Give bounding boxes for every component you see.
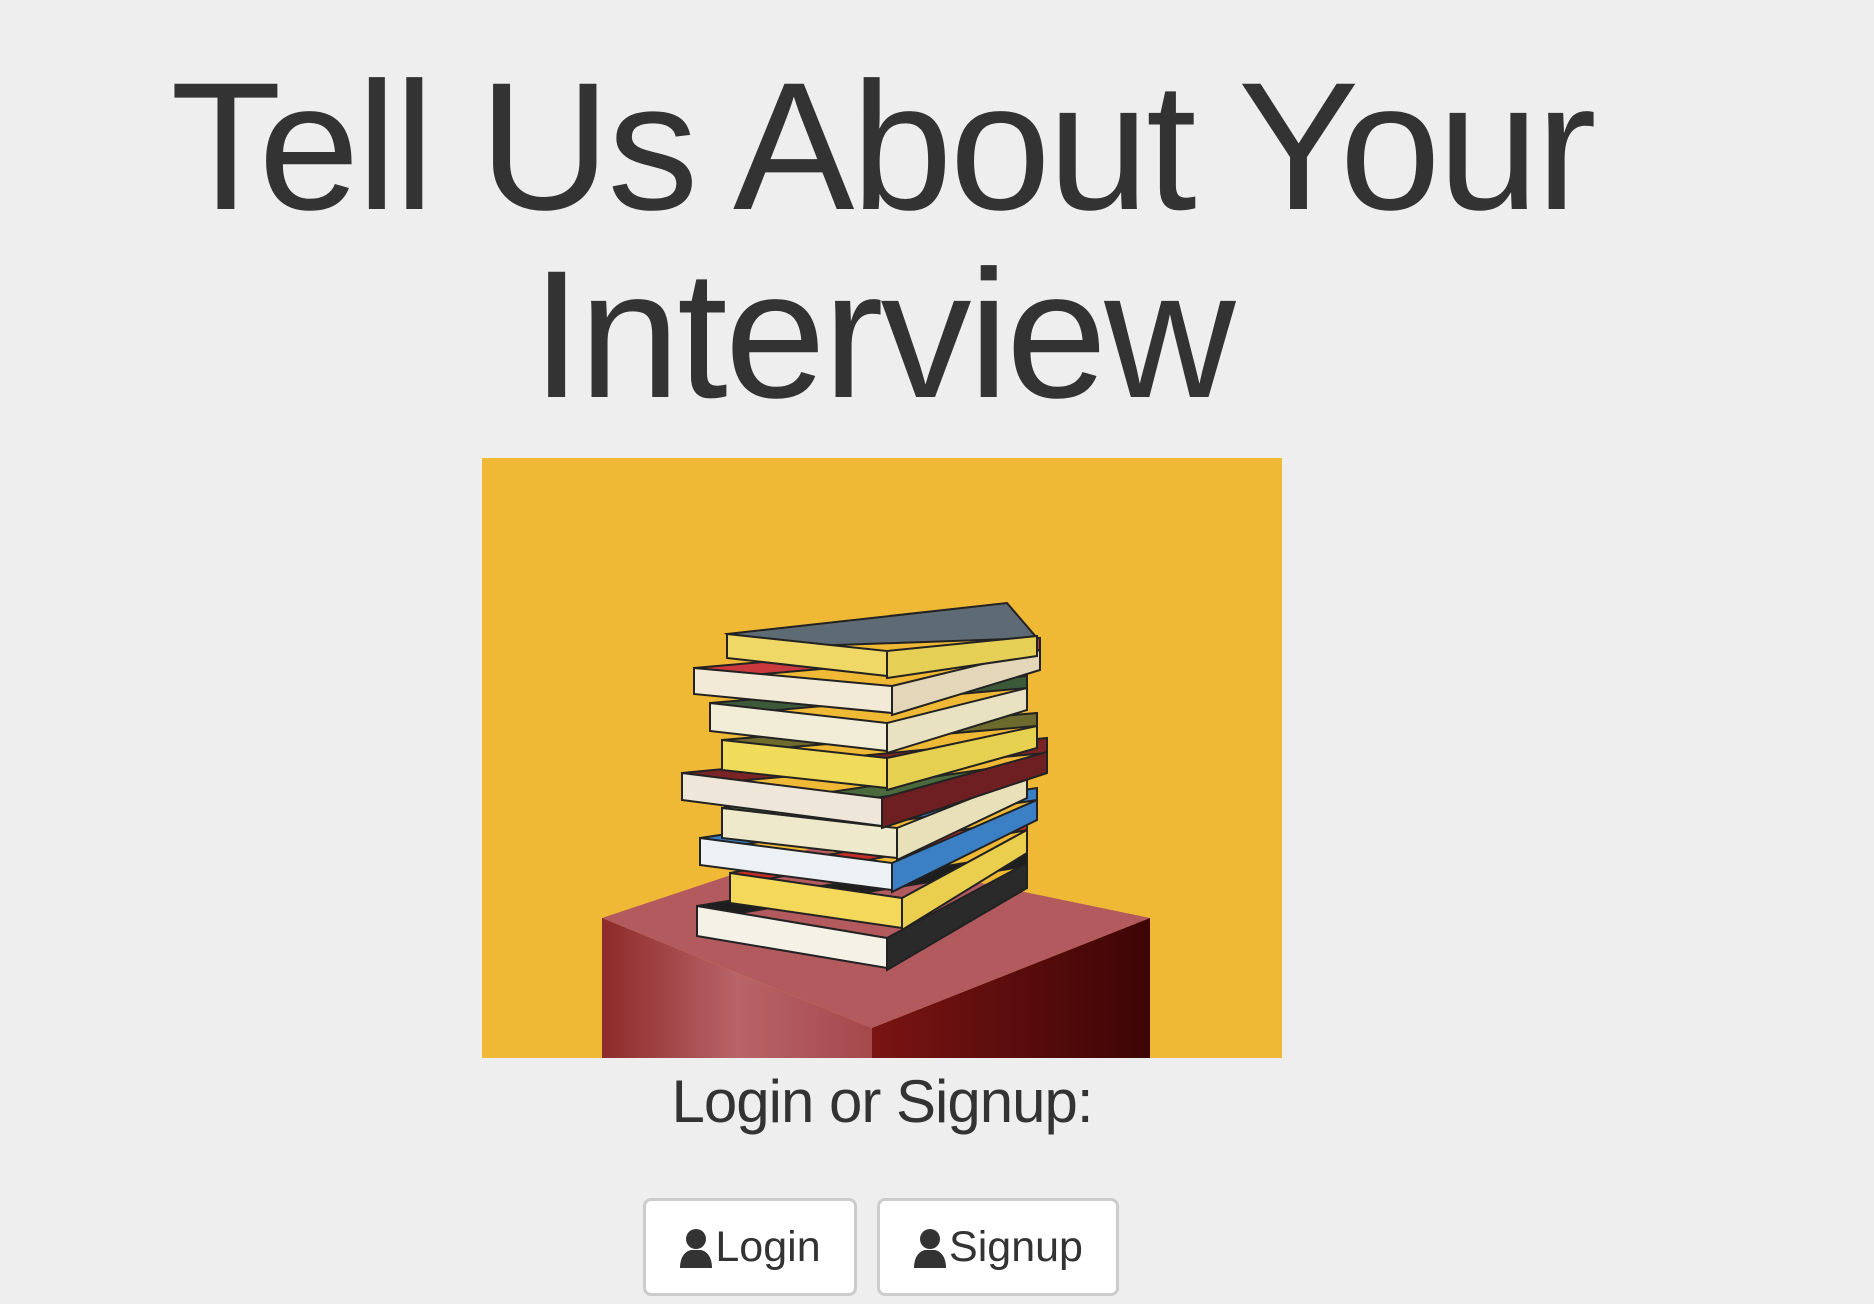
login-prompt: Login or Signup: [671,1068,1094,1135]
user-icon [914,1229,947,1268]
login-button-label: Login [715,1222,821,1271]
hero-image [482,458,1282,1058]
signup-button-label: Signup [949,1222,1083,1271]
page-title: Tell Us About Your Interview [170,44,1596,436]
signup-button[interactable]: Signup [877,1198,1119,1296]
login-button[interactable]: Login [643,1198,857,1296]
user-icon [680,1229,713,1268]
